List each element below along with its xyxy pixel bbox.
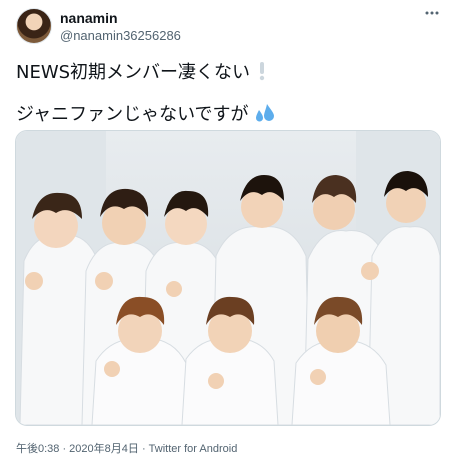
avatar[interactable] xyxy=(16,8,52,44)
tweet-photo[interactable] xyxy=(15,130,441,426)
tweet-text-1: NEWS初期メンバー凄くない xyxy=(16,62,251,83)
tweet-text-line-1: NEWS初期メンバー凄くない xyxy=(16,58,268,86)
user-handle[interactable]: @nanamin36256286 xyxy=(60,28,181,43)
display-name[interactable]: nanamin xyxy=(60,10,118,26)
white-exclamation-icon xyxy=(256,61,268,86)
group-photo-image xyxy=(16,131,440,425)
more-options-icon[interactable] xyxy=(424,6,440,25)
tweet-text-2: ジャニファンじゃないですが xyxy=(16,104,249,125)
tweet-timestamp[interactable]: 午後0:38 · 2020年8月4日 · Twitter for Android xyxy=(16,440,237,456)
tweet-text-line-2: ジャニファンじゃないですが xyxy=(16,100,276,129)
sweat-droplets-icon xyxy=(254,102,276,129)
